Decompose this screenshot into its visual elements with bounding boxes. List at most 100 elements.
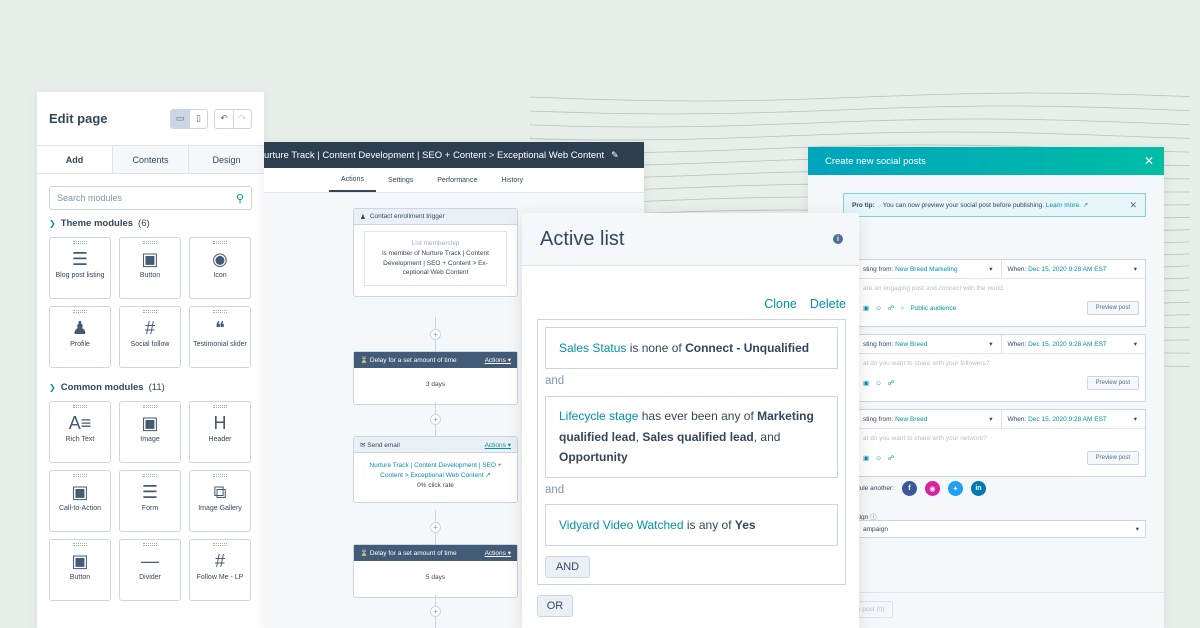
send-email-card[interactable]: ✉ Send email Actions ▾ Nurture Track | C… xyxy=(353,436,518,504)
drag-handle-icon[interactable] xyxy=(213,543,227,546)
drag-handle-icon[interactable] xyxy=(73,241,87,244)
twitter-icon[interactable]: ✦ xyxy=(947,481,963,496)
posting-from-select[interactable]: sting from: New Breed ▾ xyxy=(857,410,1001,428)
wave-line xyxy=(530,92,1191,102)
email-link[interactable]: Nurture Track | Content Development | SE… xyxy=(369,462,501,479)
filter-sales-status[interactable]: Sales Status is none of Connect - Unqual… xyxy=(545,327,838,369)
audience-label[interactable]: Public audience xyxy=(910,305,956,312)
drag-handle-icon[interactable] xyxy=(73,543,87,546)
tab-add[interactable]: Add xyxy=(37,146,112,173)
drag-handle-icon[interactable] xyxy=(143,543,157,546)
module-tile[interactable]: ♟ Profile xyxy=(49,306,111,368)
social-post-card[interactable]: sting from: New Breed Marketing ▾ When: De… xyxy=(856,259,1146,327)
delete-link[interactable]: Delete xyxy=(810,297,846,311)
when-select[interactable]: When: Dec 15, 2020 9:28 AM EST ▾ xyxy=(1000,335,1146,353)
module-tile[interactable]: H Header xyxy=(189,401,251,463)
delay-card-1[interactable]: ⌛ Delay for a set amount of time Actions… xyxy=(353,351,518,405)
posting-from-select[interactable]: sting from: New Breed Marketing ▾ xyxy=(857,260,1001,278)
module-tile[interactable]: ▣ Call-to-Action xyxy=(49,470,111,532)
undo-icon[interactable]: ↶ xyxy=(215,110,233,128)
post-message-input[interactable]: at do you want to share with your networ… xyxy=(857,429,1145,451)
add-action-plus-icon[interactable]: + xyxy=(430,414,441,425)
social-post-card[interactable]: sting from: New Breed ▾ When: Dec 15, 2020… xyxy=(856,409,1146,477)
post-message-input[interactable]: at do you want to share with your follow… xyxy=(857,354,1145,376)
when-select[interactable]: When: Dec 15, 2020 9:28 AM EST ▾ xyxy=(1000,410,1146,428)
tab-design[interactable]: Design xyxy=(188,146,264,173)
edit-pencil-icon[interactable]: ✎ xyxy=(611,150,619,161)
emoji-icon[interactable]: ☺ xyxy=(875,380,882,387)
image-icon[interactable]: ▣ xyxy=(863,304,869,312)
module-tile[interactable]: ▣ Image xyxy=(119,401,181,463)
posting-from-select[interactable]: sting from: New Breed ▾ xyxy=(857,335,1001,353)
emoji-icon[interactable]: ☺ xyxy=(875,305,882,312)
facebook-icon[interactable]: f xyxy=(901,481,917,496)
when-select[interactable]: When: Dec 15, 2020 9:28 AM EST ▾ xyxy=(1000,260,1146,278)
module-tile[interactable]: ☰ Blog post listing xyxy=(49,237,111,299)
add-action-plus-icon[interactable]: + xyxy=(430,522,441,533)
enrollment-trigger-card[interactable]: ♟ Contact enrollment trigger List member… xyxy=(353,208,518,297)
drag-handle-icon[interactable] xyxy=(213,241,227,244)
preview-post-button[interactable]: Preview post xyxy=(1086,451,1139,465)
attachment-icon[interactable]: ☍ xyxy=(888,304,895,312)
redo-icon[interactable]: ↷ xyxy=(233,109,251,128)
clone-link[interactable]: Clone xyxy=(764,297,797,311)
actions-dropdown[interactable]: Actions ▾ xyxy=(485,356,511,364)
campaign-select[interactable]: ampaign ▾ xyxy=(856,520,1146,538)
common-modules-group-header[interactable]: ❯ Common modules (11) xyxy=(49,382,252,393)
add-action-plus-icon[interactable]: + xyxy=(430,329,441,340)
preview-post-button[interactable]: Preview post xyxy=(1086,301,1139,315)
module-tile[interactable]: A≡ Rich Text xyxy=(49,401,111,463)
close-icon[interactable]: ✕ xyxy=(1144,154,1154,168)
image-icon[interactable]: ▣ xyxy=(863,454,869,462)
module-tile[interactable]: # Follow Me - LP xyxy=(189,539,251,601)
filter-lifecycle-stage[interactable]: Lifecycle stage has ever been any of Mar… xyxy=(545,396,838,478)
tab-performance[interactable]: Performance xyxy=(425,168,489,192)
learn-more-link[interactable]: Learn more. xyxy=(1046,202,1081,209)
add-action-plus-icon[interactable]: + xyxy=(430,606,441,617)
actions-dropdown[interactable]: Actions ▾ xyxy=(485,441,511,449)
drag-handle-icon[interactable] xyxy=(143,474,157,477)
drag-handle-icon[interactable] xyxy=(73,310,87,313)
or-button[interactable]: OR xyxy=(537,595,573,617)
module-tile[interactable]: — Divider xyxy=(119,539,181,601)
drag-handle-icon[interactable] xyxy=(73,405,87,408)
attachment-icon[interactable]: ☍ xyxy=(888,379,895,387)
filter-vidyard-video[interactable]: Vidyard Video Watched is any of Yes xyxy=(545,504,838,546)
trigger-criteria[interactable]: List membership is member of Nurture Tra… xyxy=(364,231,507,286)
drag-handle-icon[interactable] xyxy=(213,405,227,408)
module-tile[interactable]: ▣ Button xyxy=(49,539,111,601)
tab-contents[interactable]: Contents xyxy=(112,146,188,173)
drag-handle-icon[interactable] xyxy=(213,474,227,477)
info-icon[interactable]: i xyxy=(833,234,843,244)
delay-card-2[interactable]: ⌛ Delay for a set amount of time Actions… xyxy=(353,544,518,598)
drag-handle-icon[interactable] xyxy=(143,310,157,313)
drag-handle-icon[interactable] xyxy=(143,241,157,244)
close-tip-icon[interactable]: ✕ xyxy=(1129,200,1137,211)
module-tile[interactable]: ⧉ Image Gallery xyxy=(189,470,251,532)
module-tile[interactable]: ▣ Button xyxy=(119,237,181,299)
actions-dropdown[interactable]: Actions ▾ xyxy=(485,549,511,557)
desktop-view-icon[interactable]: ▭ xyxy=(171,109,189,128)
and-button[interactable]: AND xyxy=(545,556,590,578)
instagram-icon[interactable]: ◉ xyxy=(924,481,940,496)
module-tile[interactable]: ◉ Icon xyxy=(189,237,251,299)
tab-actions[interactable]: Actions xyxy=(329,168,376,192)
post-message-input[interactable]: are an engaging post and connect with th… xyxy=(857,279,1145,301)
drag-handle-icon[interactable] xyxy=(213,310,227,313)
preview-post-button[interactable]: Preview post xyxy=(1086,376,1139,390)
tab-settings[interactable]: Settings xyxy=(376,168,425,192)
tab-history[interactable]: History xyxy=(489,168,535,192)
attachment-icon[interactable]: ☍ xyxy=(888,454,895,462)
module-tile[interactable]: # Social follow xyxy=(119,306,181,368)
drag-handle-icon[interactable] xyxy=(143,405,157,408)
image-icon[interactable]: ▣ xyxy=(863,379,869,387)
search-modules-input[interactable]: Search modules ⚲ xyxy=(49,186,252,210)
theme-modules-group-header[interactable]: ❯ Theme modules (6) xyxy=(49,218,252,229)
emoji-icon[interactable]: ☺ xyxy=(875,455,882,462)
drag-handle-icon[interactable] xyxy=(73,474,87,477)
mobile-view-icon[interactable]: ▯ xyxy=(189,109,207,128)
social-post-card[interactable]: sting from: New Breed ▾ When: Dec 15, 2020… xyxy=(856,334,1146,402)
linkedin-icon[interactable]: in xyxy=(970,481,986,496)
module-tile[interactable]: ❝ Testimonial slider xyxy=(189,306,251,368)
module-tile[interactable]: ☰ Form xyxy=(119,470,181,532)
